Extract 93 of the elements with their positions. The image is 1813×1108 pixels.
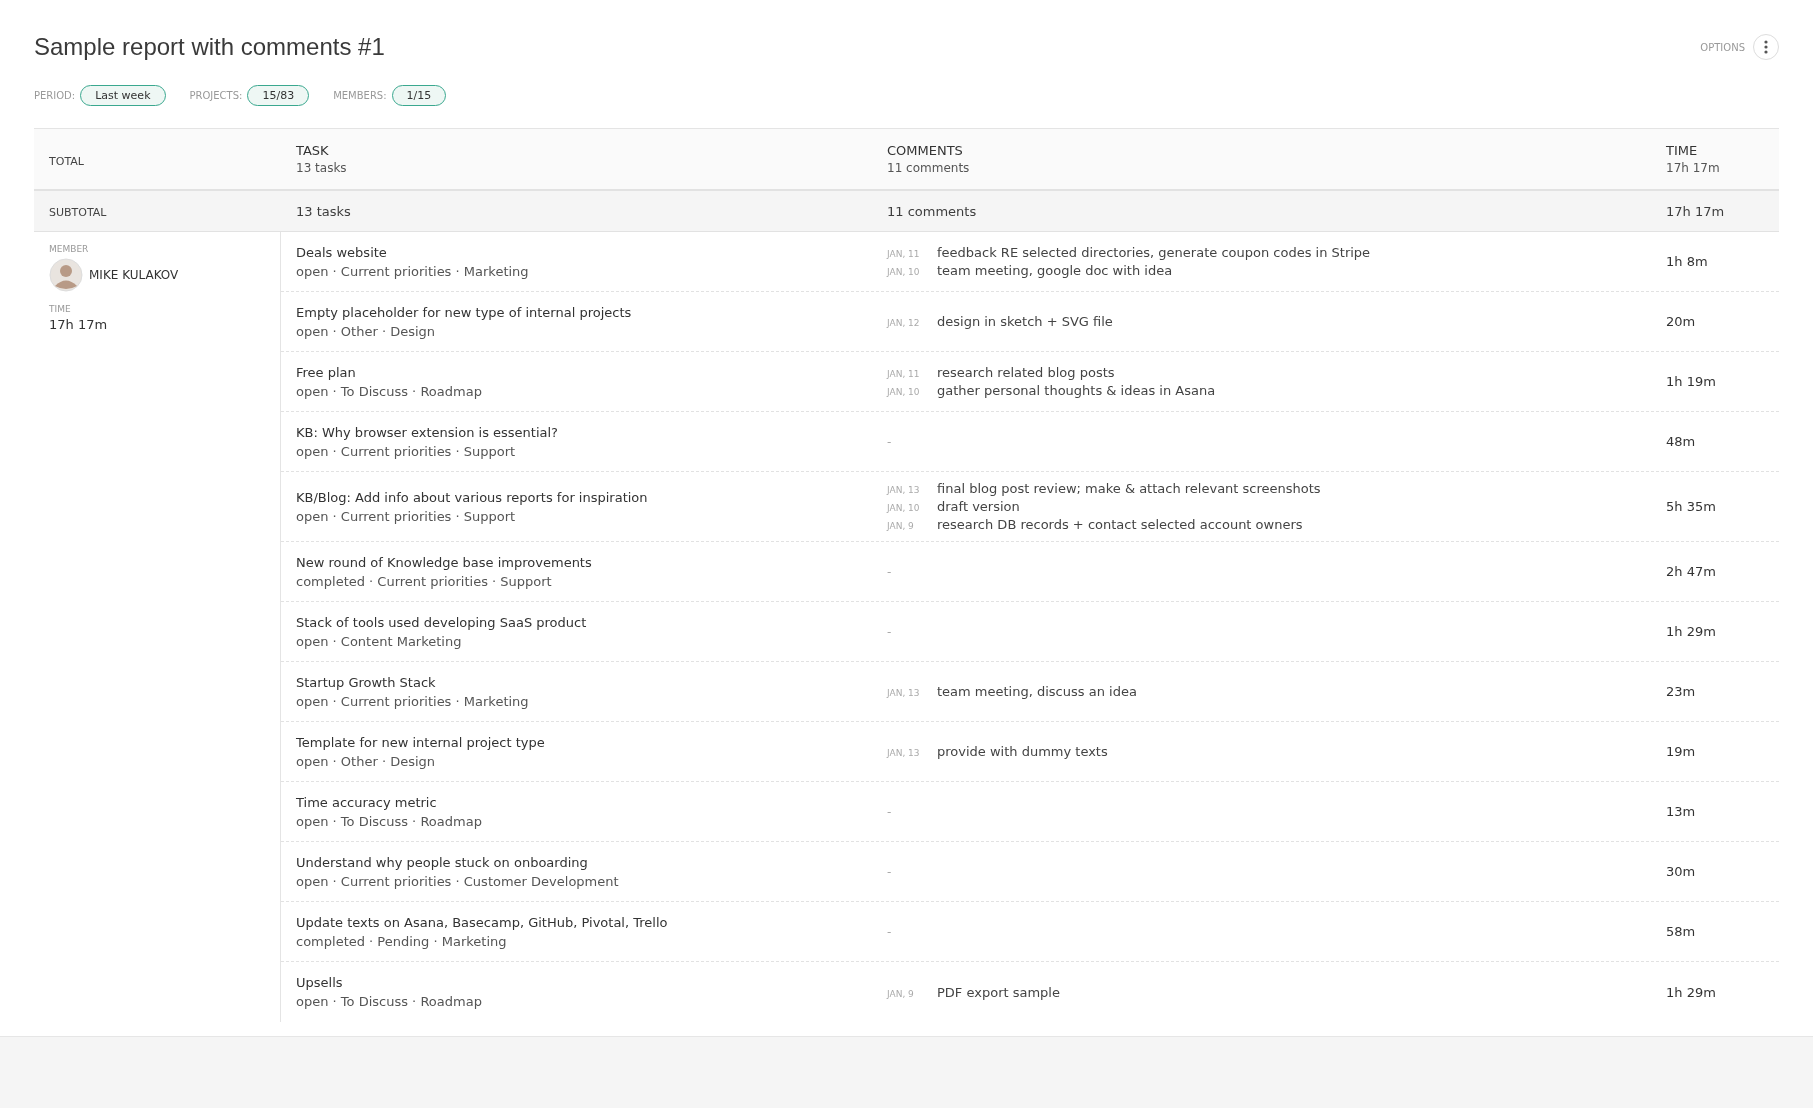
comment-date: JAN, 9 — [887, 988, 915, 999]
comment-text: draft version — [937, 499, 1020, 514]
task-name: Empty placeholder for new type of internal projects — [296, 304, 633, 320]
no-comments-dash: - — [887, 564, 893, 579]
task-meta: open · Other · Design — [296, 753, 437, 769]
filter-label: PROJECTS: — [189, 90, 243, 101]
task-name: Free plan — [296, 364, 357, 380]
no-comments-dash: - — [887, 864, 893, 879]
no-comments-dash: - — [887, 624, 893, 639]
task-name: New round of Knowledge base improvements — [296, 554, 593, 570]
comment-text: feedback RE selected directories, generate coupon codes in Stripe — [937, 245, 1371, 260]
subtotal-comments: 11 comments — [887, 203, 977, 219]
task-meta: open · Current priorities · Marketing — [296, 263, 530, 279]
column-total: 17h 17m — [1666, 161, 1721, 175]
comment-date: JAN, 10 — [887, 503, 921, 513]
filter-label: MEMBERS: — [333, 90, 387, 101]
task-name: Startup Growth Stack — [296, 674, 437, 690]
options-menu-button[interactable] — [1753, 34, 1779, 60]
member-name: MIKE KULAKOV — [89, 268, 179, 282]
column-header: COMMENTS — [887, 143, 964, 158]
comment-date: JAN, 10 — [887, 387, 921, 397]
task-time: 1h 29m — [1666, 624, 1716, 639]
comment-date: JAN, 12 — [887, 318, 921, 328]
task-time: 30m — [1666, 864, 1696, 879]
subtotal-time: 17h 17m — [1666, 203, 1725, 219]
filter-pill[interactable]: 1/15 — [391, 85, 447, 106]
column-total: 13 tasks — [296, 161, 348, 175]
member-label: MEMBER — [49, 244, 90, 254]
comment-text: research related blog posts — [937, 365, 1115, 380]
comment-text: design in sketch + SVG file — [937, 314, 1113, 329]
subtotal-label: SUBTOTAL — [49, 205, 107, 219]
task-name: Understand why people stuck on onboarding — [296, 854, 589, 870]
comment-date: JAN, 11 — [887, 249, 921, 259]
options-label: OPTIONS — [1700, 41, 1745, 53]
task-meta: open · Content Marketing — [296, 633, 463, 649]
comment-date: JAN, 10 — [887, 267, 921, 277]
task-meta: completed · Current priorities · Support — [296, 573, 553, 589]
task-meta: open · Current priorities · Support — [296, 443, 517, 459]
subtotal-tasks: 13 tasks — [296, 203, 351, 219]
task-name: Upsells — [296, 975, 344, 990]
task-time: 23m — [1666, 684, 1696, 699]
task-time: 5h 35m — [1666, 499, 1716, 514]
more-vertical-icon — [1764, 40, 1768, 54]
comment-date: JAN, 13 — [887, 748, 921, 758]
task-name: Deals website — [296, 244, 388, 260]
task-meta: open · Current priorities · Marketing — [296, 693, 530, 709]
task-time: 1h 19m — [1666, 374, 1716, 389]
no-comments-dash: - — [887, 434, 893, 449]
comment-date: JAN, 13 — [887, 688, 921, 698]
task-meta: open · To Discuss · Roadmap — [296, 383, 483, 399]
task-time: 20m — [1666, 314, 1696, 329]
task-name: Update texts on Asana, Basecamp, GitHub, Pivotal, Trello — [296, 914, 669, 930]
comment-date: JAN, 13 — [887, 485, 921, 495]
comment-text: team meeting, discuss an idea — [937, 684, 1137, 699]
total-label: TOTAL — [49, 154, 84, 168]
comment-text: provide with dummy texts — [937, 744, 1108, 759]
report-title: Sample report with comments #1 — [34, 33, 385, 61]
task-time: 13m — [1666, 804, 1696, 819]
comment-date: JAN, 9 — [887, 521, 915, 531]
filter-pill[interactable]: Last week — [80, 85, 166, 106]
filter-label: PERIOD: — [34, 90, 76, 101]
no-comments-dash: - — [887, 804, 893, 819]
task-time: 1h 29m — [1666, 984, 1716, 1000]
task-meta: open · Current priorities · Customer Development — [296, 873, 620, 889]
task-name: Template for new internal project type — [296, 734, 546, 750]
task-meta: completed · Pending · Marketing — [296, 933, 508, 949]
column-header: TASK — [296, 143, 330, 158]
task-name: Time accuracy metric — [296, 794, 438, 810]
comment-text: team meeting, google doc with idea — [937, 263, 1173, 278]
filter-pill[interactable]: 15/83 — [247, 85, 310, 106]
column-header: TIME — [1666, 143, 1699, 158]
task-meta: open · Other · Design — [296, 323, 437, 339]
comment-text: gather personal thoughts & ideas in Asana — [937, 383, 1216, 398]
task-time: 1h 8m — [1666, 254, 1708, 269]
task-time: 2h 47m — [1666, 564, 1716, 579]
member-time: 17h 17m — [49, 317, 109, 332]
task-meta: open · Current priorities · Support — [296, 508, 517, 524]
comment-date: JAN, 11 — [887, 369, 921, 379]
task-time: 19m — [1666, 744, 1696, 759]
comment-text: research DB records + contact selected account owners — [937, 517, 1303, 532]
task-meta: open · To Discuss · Roadmap — [296, 994, 483, 1009]
comment-text: PDF export sample — [937, 984, 1060, 1000]
task-time: 58m — [1666, 924, 1696, 939]
comment-text: final blog post review; make & attach relevant screenshots — [937, 481, 1321, 496]
no-comments-dash: - — [887, 924, 893, 939]
task-name: KB: Why browser extension is essential? — [296, 424, 559, 440]
task-meta: open · To Discuss · Roadmap — [296, 813, 483, 829]
time-label: TIME — [49, 304, 72, 314]
avatar-icon — [49, 258, 83, 292]
task-name: KB/Blog: Add info about various reports for inspiration — [296, 489, 649, 505]
task-name: Stack of tools used developing SaaS product — [296, 614, 588, 630]
column-total: 11 comments — [887, 161, 971, 175]
task-time: 48m — [1666, 434, 1696, 449]
